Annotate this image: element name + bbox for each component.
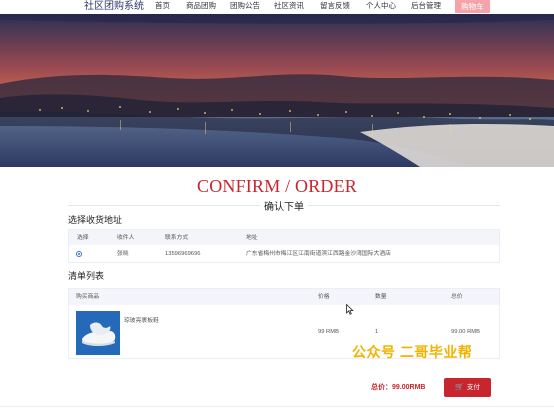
order-footer xyxy=(68,373,500,399)
col-quantity: 数量 xyxy=(375,294,387,300)
order-total: 总价：99.00RMB xyxy=(371,384,426,391)
nav-item-admin[interactable]: 后台管理 xyxy=(411,0,441,12)
product-price: 99 RMB xyxy=(318,329,339,335)
top-nav: 社区团购系统 首页 商品团购 团购公告 社区资讯 留言反馈 个人中心 后台管理 … xyxy=(0,0,554,14)
pay-button-label: 支付 xyxy=(466,384,480,391)
pay-button[interactable]: 🛒 支付 xyxy=(444,378,491,397)
nav-item-group-buy[interactable]: 商品团购 xyxy=(186,0,216,12)
col-recipient: 收件人 xyxy=(117,235,135,241)
col-price: 价格 xyxy=(318,294,330,300)
address-table-header: 选择 收件人 联系方式 地址 xyxy=(69,230,499,245)
product-name[interactable]: 琼玻亮裹板鞋 xyxy=(124,317,159,325)
order-table-header: 购买商品 价格 数量 总价 xyxy=(69,289,499,305)
product-quantity: 1 xyxy=(375,329,379,335)
nav-item-home[interactable]: 首页 xyxy=(155,0,170,12)
hero-banner xyxy=(0,14,554,167)
address-section-title: 选择收货地址 xyxy=(68,215,123,225)
site-brand[interactable]: 社区团购系统 xyxy=(84,0,144,13)
page: 社区团购系统 首页 商品团购 团购公告 社区资讯 留言反馈 个人中心 后台管理 … xyxy=(0,0,554,409)
address-phone: 13596969696 xyxy=(165,251,201,257)
address-text: 广东省梅州市梅江区江南街道滨江西路金沙湾国际大酒店 xyxy=(246,251,391,257)
address-radio[interactable] xyxy=(76,251,82,257)
col-select: 选择 xyxy=(77,235,89,241)
nav-item-announcements[interactable]: 团购公告 xyxy=(230,0,260,12)
nav-item-profile[interactable]: 个人中心 xyxy=(366,0,396,12)
col-phone: 联系方式 xyxy=(165,235,189,241)
nav-item-feedback[interactable]: 留言反馈 xyxy=(320,0,350,12)
bottom-divider xyxy=(0,406,554,407)
product-total: 99.00 RMB xyxy=(451,329,480,335)
col-product: 购买商品 xyxy=(76,294,100,300)
page-subtitle: 确认下单 xyxy=(260,198,308,213)
col-address: 地址 xyxy=(246,235,258,241)
order-section-title: 清单列表 xyxy=(68,271,105,281)
nav-item-cart[interactable]: 购物车 xyxy=(455,0,490,13)
watermark-text: 公众号 二哥毕业帮 xyxy=(352,344,473,360)
address-recipient: 张晓 xyxy=(117,251,129,257)
col-total: 总价 xyxy=(451,294,463,300)
cart-icon: 🛒 xyxy=(455,384,464,391)
mouse-cursor-icon xyxy=(346,304,354,315)
address-table: 选择 收件人 联系方式 地址 张晓 13596969696 广东省梅州市梅江区江… xyxy=(68,229,500,263)
nav-item-news[interactable]: 社区资讯 xyxy=(274,0,304,12)
product-thumbnail[interactable] xyxy=(76,311,120,355)
page-title: CONFIRM / ORDER xyxy=(196,176,358,196)
